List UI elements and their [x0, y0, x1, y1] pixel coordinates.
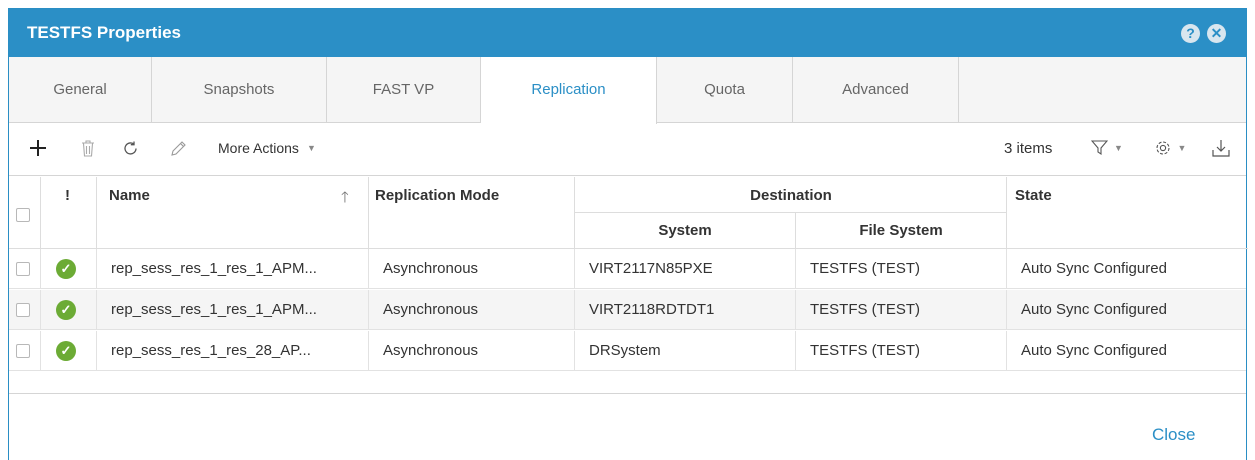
gear-icon[interactable]: ▼	[1150, 135, 1190, 161]
footer-divider	[9, 393, 1246, 394]
header-state[interactable]: State	[1007, 177, 1248, 249]
select-all-checkbox[interactable]	[16, 208, 30, 222]
header-replication-mode[interactable]: Replication Mode	[369, 177, 575, 249]
cell-file-system: TESTFS (TEST)	[796, 249, 1007, 289]
chevron-down-icon: ▼	[306, 143, 316, 153]
row-checkbox[interactable]	[16, 344, 30, 358]
table-row[interactable]: ✓ rep_sess_res_1_res_28_AP... Asynchrono…	[9, 331, 1246, 371]
chevron-down-icon: ▼	[1177, 143, 1187, 153]
row-checkbox-cell	[9, 331, 41, 371]
cell-mode: Asynchronous	[369, 249, 575, 289]
header-system[interactable]: System	[575, 213, 796, 249]
row-checkbox[interactable]	[16, 303, 30, 317]
items-count: 3 items	[1004, 139, 1053, 157]
header-state-label: State	[1015, 187, 1052, 204]
header-name-label: Name	[109, 187, 150, 204]
plus-icon[interactable]	[27, 135, 49, 161]
cell-name: rep_sess_res_1_res_1_APM...	[97, 290, 369, 330]
tab-fast-vp[interactable]: FAST VP	[327, 57, 481, 123]
table-row[interactable]: ✓ rep_sess_res_1_res_1_APM... Asynchrono…	[9, 290, 1246, 330]
cell-system: DRSystem	[575, 331, 796, 371]
close-icon[interactable]: ✕	[1207, 24, 1226, 43]
check-circle-icon: ✓	[56, 341, 76, 361]
tab-bar: General Snapshots FAST VP Replication Qu…	[9, 57, 1246, 124]
row-checkbox-cell	[9, 290, 41, 330]
header-select-all	[9, 177, 41, 249]
filter-icon[interactable]: ▼	[1089, 135, 1125, 161]
cell-mode: Asynchronous	[369, 331, 575, 371]
cell-system: VIRT2117N85PXE	[575, 249, 796, 289]
close-button[interactable]: Close	[1152, 425, 1195, 445]
row-checkbox-cell	[9, 249, 41, 289]
cell-file-system: TESTFS (TEST)	[796, 331, 1007, 371]
header-destination-label: Destination	[750, 187, 832, 204]
sort-ascending-icon: 🡑	[341, 189, 349, 206]
header-replication-mode-label: Replication Mode	[375, 187, 500, 204]
tab-quota[interactable]: Quota	[657, 57, 793, 123]
tab-snapshots[interactable]: Snapshots	[152, 57, 327, 123]
more-actions-menu[interactable]: More Actions ▼	[218, 135, 316, 161]
cell-name: rep_sess_res_1_res_28_AP...	[97, 331, 369, 371]
tab-advanced[interactable]: Advanced	[793, 57, 959, 123]
cell-name: rep_sess_res_1_res_1_APM...	[97, 249, 369, 289]
check-circle-icon: ✓	[56, 300, 76, 320]
header-name[interactable]: Name 🡑	[97, 177, 369, 249]
trash-icon[interactable]	[77, 135, 99, 161]
properties-dialog: TESTFS Properties ? ✕ General Snapshots …	[8, 8, 1248, 460]
header-alert[interactable]: !	[41, 177, 97, 249]
dialog-titlebar: TESTFS Properties ? ✕	[9, 9, 1246, 57]
cell-system: VIRT2118RDTDT1	[575, 290, 796, 330]
cell-mode: Asynchronous	[369, 290, 575, 330]
header-destination: Destination	[575, 177, 1007, 213]
chevron-down-icon: ▼	[1114, 143, 1123, 153]
tab-replication[interactable]: Replication	[481, 57, 657, 124]
header-file-system[interactable]: File System	[796, 213, 1007, 249]
cell-state: Auto Sync Configured	[1021, 260, 1167, 277]
more-actions-label: More Actions	[218, 140, 299, 156]
dialog-title: TESTFS Properties	[27, 23, 181, 42]
row-checkbox[interactable]	[16, 262, 30, 276]
download-icon[interactable]	[1210, 135, 1232, 161]
table-row[interactable]: ✓ rep_sess_res_1_res_1_APM... Asynchrono…	[9, 249, 1246, 289]
cell-state: Auto Sync Configured	[1021, 301, 1167, 318]
header-alert-label: !	[65, 187, 70, 204]
cell-state: Auto Sync Configured	[1021, 342, 1167, 359]
cell-file-system: TESTFS (TEST)	[796, 290, 1007, 330]
tab-general[interactable]: General	[9, 57, 152, 123]
help-icon[interactable]: ?	[1181, 24, 1200, 43]
toolbar: More Actions ▼ 3 items ▼ ▼	[9, 123, 1246, 176]
refresh-icon[interactable]	[119, 135, 141, 161]
pencil-icon[interactable]	[167, 135, 189, 161]
check-circle-icon: ✓	[56, 259, 76, 279]
